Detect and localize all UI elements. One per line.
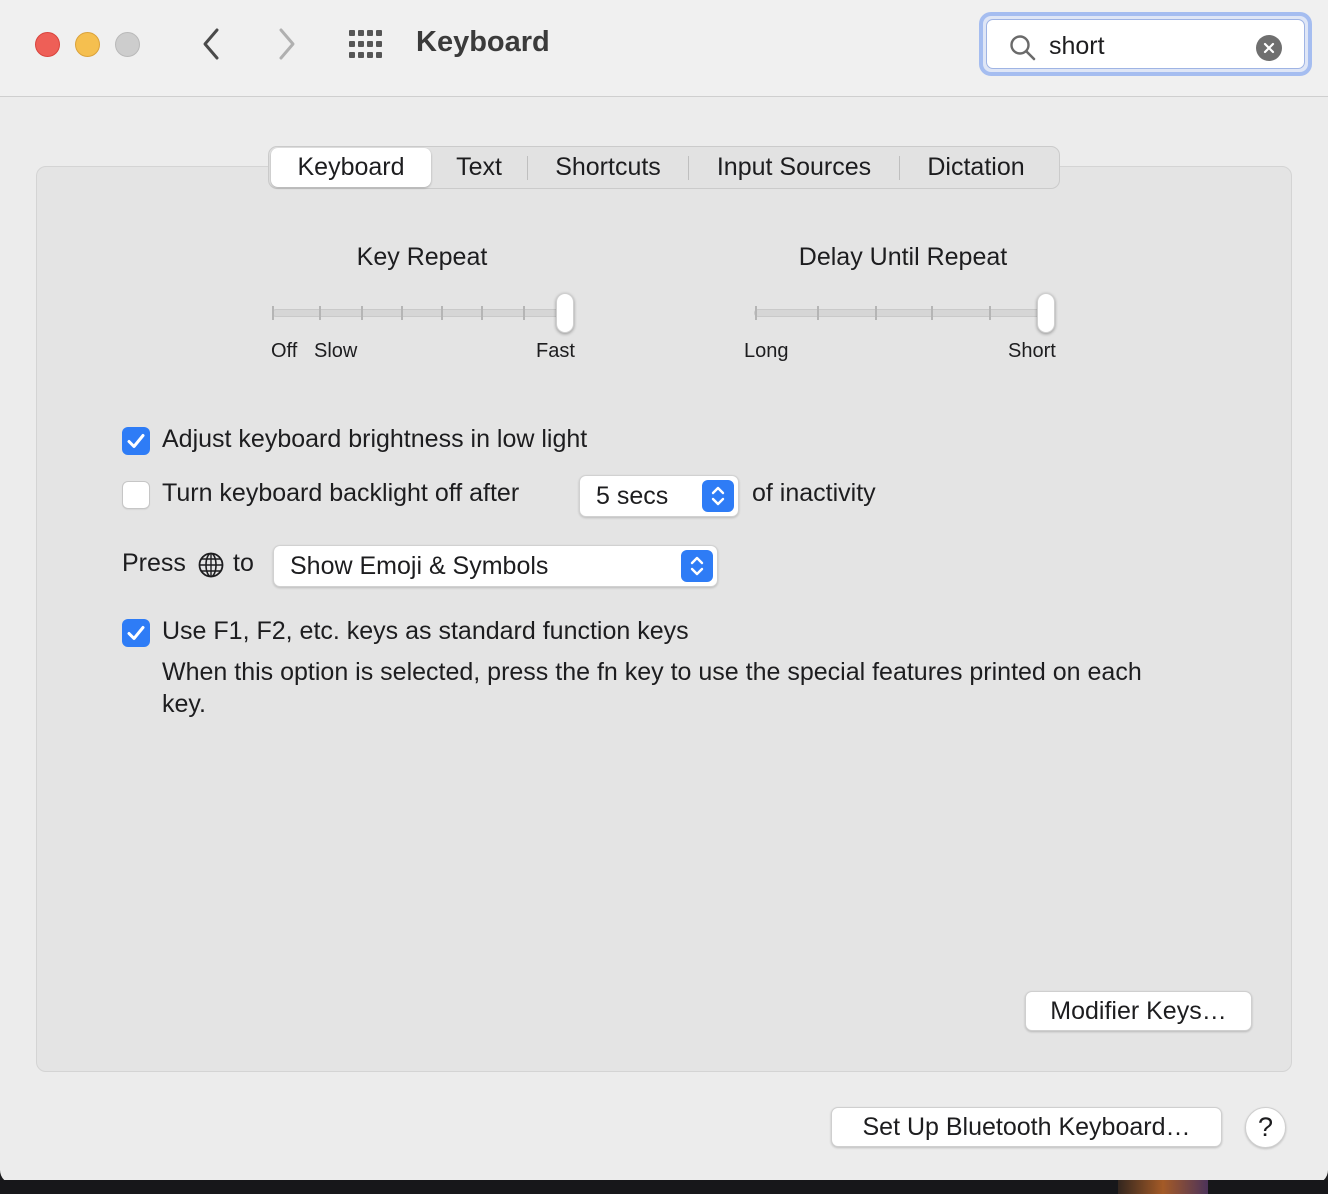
checkmark-icon <box>127 626 145 640</box>
key-repeat-slow-label: Slow <box>314 340 358 362</box>
brightness-checkbox[interactable] <box>122 427 150 455</box>
backlight-suffix: of inactivity <box>752 479 876 507</box>
set-up-bluetooth-keyboard-button[interactable]: Set Up Bluetooth Keyboard… <box>831 1107 1222 1147</box>
chevron-left-icon <box>203 28 219 60</box>
globe-key-action-popup[interactable]: Show Emoji & Symbols <box>273 545 718 587</box>
minimize-window-button[interactable] <box>75 32 100 57</box>
key-repeat-title: Key Repeat <box>356 243 488 271</box>
search-field[interactable] <box>979 12 1312 76</box>
function-keys-checkbox[interactable] <box>122 619 150 647</box>
delay-track <box>754 309 1054 317</box>
globe-icon <box>198 552 224 583</box>
desktop-wallpaper-glow <box>1118 1180 1208 1194</box>
tab-shortcuts[interactable]: Shortcuts <box>528 148 688 187</box>
delay-short-label: Short <box>1008 340 1056 362</box>
toolbar: Keyboard <box>0 0 1328 97</box>
slider-tick <box>272 306 274 320</box>
tab-bar: Keyboard Text Shortcuts Input Sources Di… <box>268 146 1060 189</box>
tab-text[interactable]: Text <box>431 148 527 187</box>
slider-tick <box>401 306 403 320</box>
key-repeat-fast-label: Fast <box>536 340 575 362</box>
modifier-keys-button[interactable]: Modifier Keys… <box>1025 991 1252 1031</box>
zoom-window-button[interactable] <box>115 32 140 57</box>
tab-keyboard[interactable]: Keyboard <box>271 148 431 187</box>
tab-dictation[interactable]: Dictation <box>900 148 1052 187</box>
back-button[interactable] <box>194 24 228 64</box>
backlight-label: Turn keyboard backlight off after <box>162 479 520 507</box>
function-keys-description: When this option is selected, press the … <box>162 658 1142 718</box>
globe-key-action-value: Show Emoji & Symbols <box>290 552 549 580</box>
clear-search-icon[interactable] <box>1256 35 1282 61</box>
key-repeat-track <box>272 309 572 317</box>
grid-icon <box>348 29 386 59</box>
close-window-button[interactable] <box>35 32 60 57</box>
slider-tick <box>361 306 363 320</box>
slider-tick <box>931 306 933 320</box>
slider-tick <box>441 306 443 320</box>
slider-tick <box>523 306 525 320</box>
delay-long-label: Long <box>744 340 789 362</box>
brightness-label: Adjust keyboard brightness in low light <box>162 425 588 453</box>
key-repeat-slider[interactable] <box>266 290 578 338</box>
key-repeat-knob[interactable] <box>556 293 574 333</box>
forward-button[interactable] <box>270 24 304 64</box>
updown-chevron-icon <box>681 550 713 582</box>
slider-tick <box>319 306 321 320</box>
press-globe-suffix: to <box>233 549 254 577</box>
checkmark-icon <box>127 434 145 448</box>
chevron-right-icon <box>279 28 295 60</box>
delay-until-repeat-title: Delay Until Repeat <box>798 243 1008 271</box>
tab-input-sources[interactable]: Input Sources <box>689 148 899 187</box>
press-globe-prefix: Press <box>122 549 186 577</box>
desktop-background <box>0 1180 1328 1194</box>
slider-tick <box>481 306 483 320</box>
function-keys-label: Use F1, F2, etc. keys as standard functi… <box>162 617 689 645</box>
search-input[interactable] <box>1049 31 1249 61</box>
backlight-timeout-popup[interactable]: 5 secs <box>579 475 739 517</box>
delay-until-repeat-knob[interactable] <box>1037 293 1055 333</box>
help-button[interactable]: ? <box>1245 1107 1286 1148</box>
show-all-button[interactable] <box>348 29 386 59</box>
slider-tick <box>875 306 877 320</box>
search-field-inner <box>986 19 1305 69</box>
backlight-timeout-value: 5 secs <box>596 482 669 510</box>
slider-tick <box>755 306 757 320</box>
slider-tick <box>989 306 991 320</box>
updown-chevron-icon <box>702 480 734 512</box>
search-icon <box>1009 34 1037 67</box>
system-preferences-window: Keyboard Keyboard Text Shortcuts Input S… <box>0 0 1328 1184</box>
slider-tick <box>817 306 819 320</box>
key-repeat-off-label: Off <box>271 340 298 362</box>
delay-until-repeat-slider[interactable] <box>748 290 1060 338</box>
window-title: Keyboard <box>416 26 550 58</box>
backlight-checkbox[interactable] <box>122 481 150 509</box>
